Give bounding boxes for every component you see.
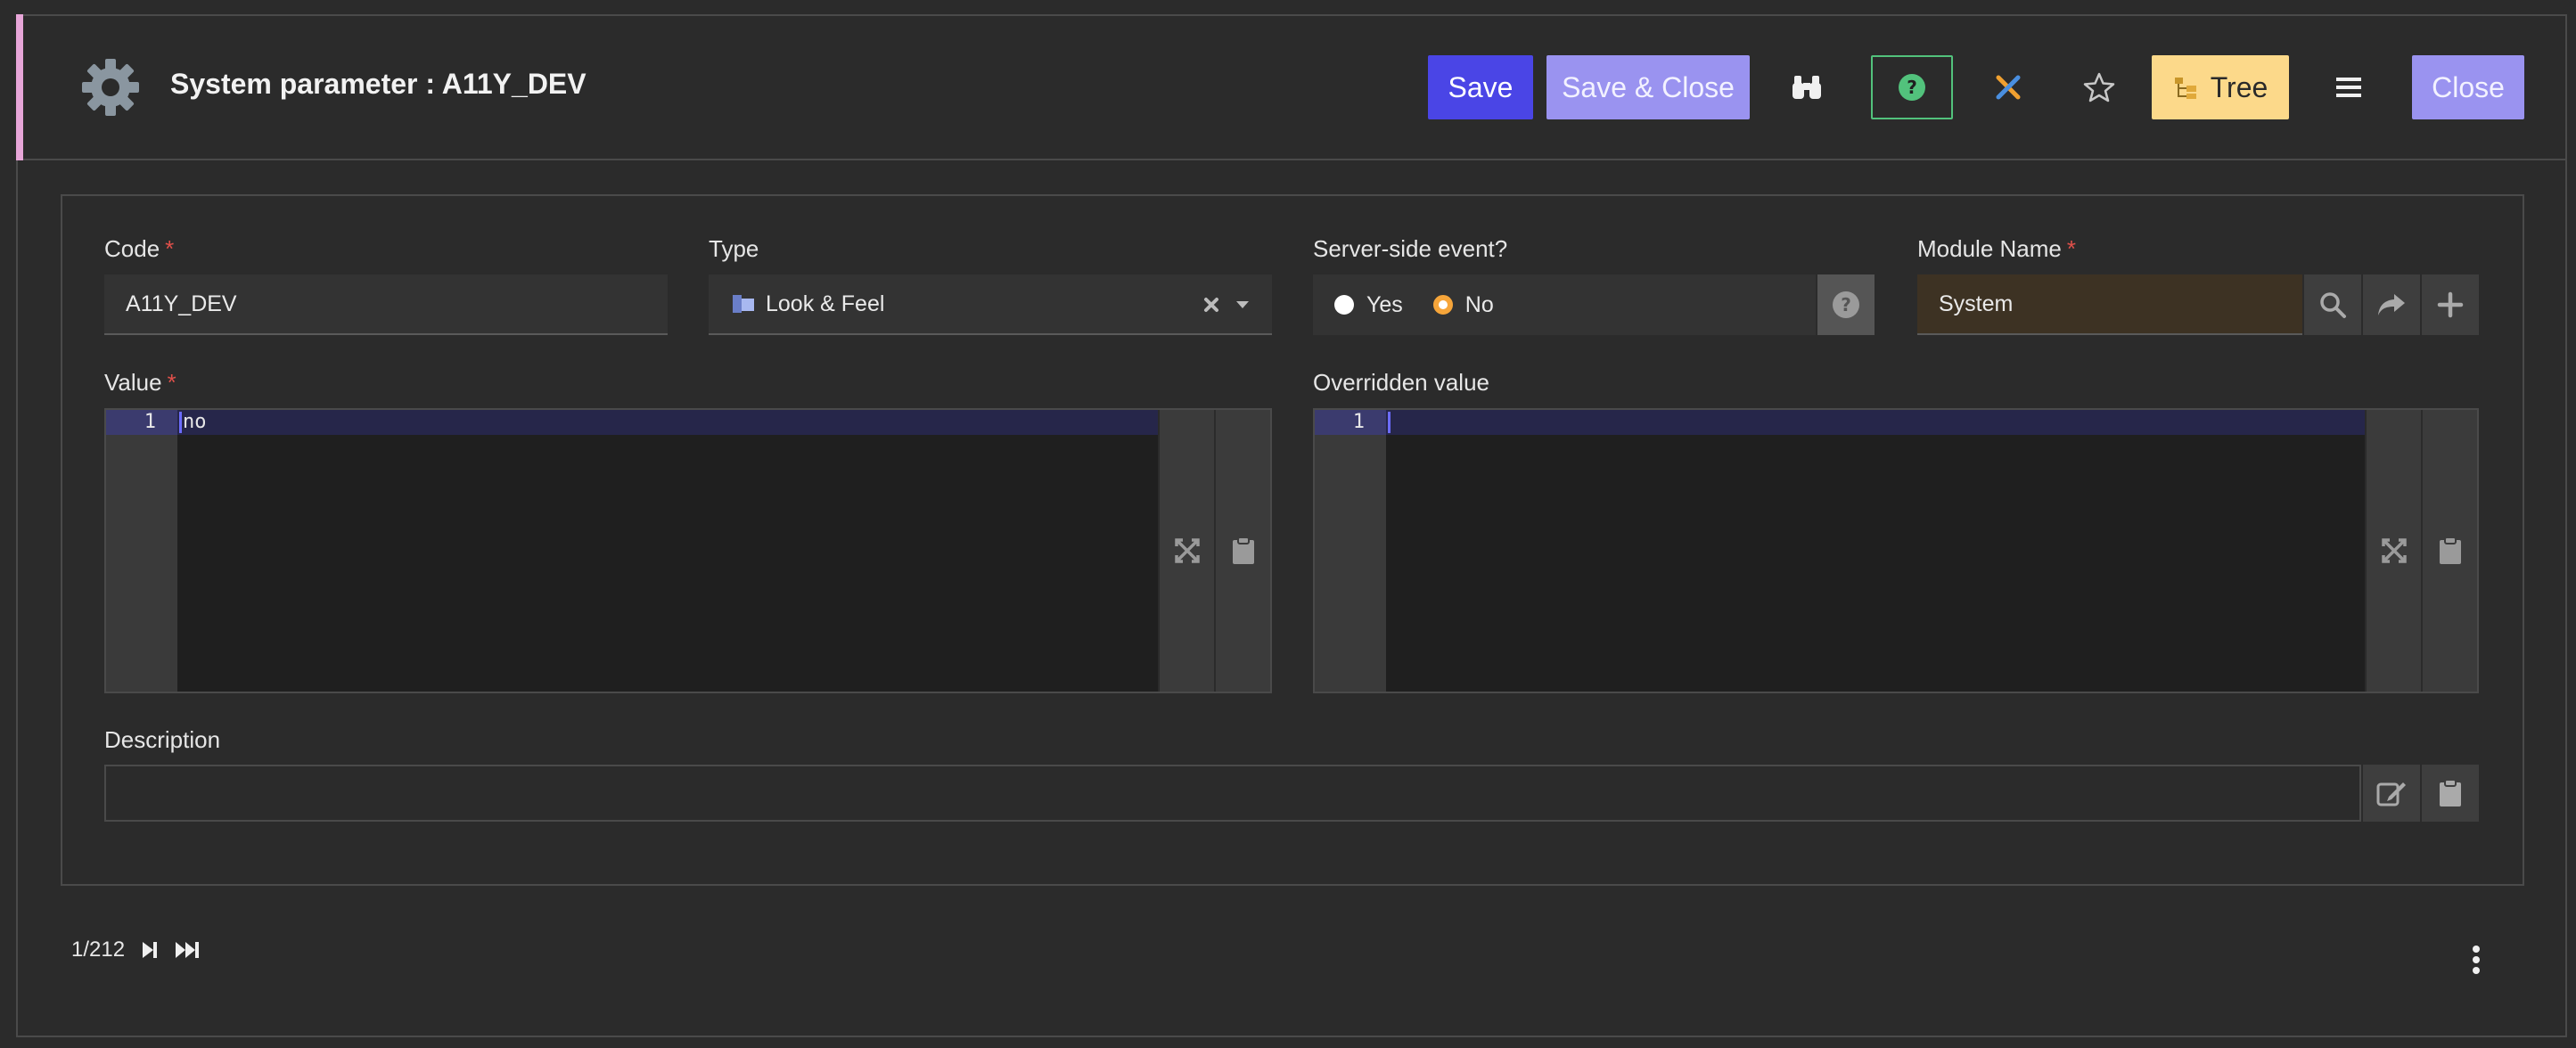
description-edit-button[interactable] xyxy=(2361,765,2420,822)
menu-button[interactable] xyxy=(2316,55,2382,119)
overridden-active-line xyxy=(1386,410,2365,435)
overridden-editor-tools xyxy=(2365,410,2477,692)
pager-count: 1/212 xyxy=(71,937,126,962)
question-icon: ? xyxy=(1833,291,1859,318)
code-value: A11Y_DEV xyxy=(126,291,237,316)
overridden-clipboard-button[interactable] xyxy=(2421,410,2477,692)
module-add-button[interactable] xyxy=(2420,274,2479,335)
module-value: System xyxy=(1939,291,2014,316)
value-expand-button[interactable] xyxy=(1158,410,1214,692)
kebab-icon[interactable] xyxy=(2467,945,2485,977)
close-button[interactable]: Close xyxy=(2412,55,2524,119)
type-select[interactable]: Look & Feel xyxy=(709,274,1272,335)
overridden-cursor xyxy=(1388,412,1391,433)
share-icon xyxy=(2378,294,2405,315)
code-label: Code * xyxy=(104,235,175,262)
clipboard-icon xyxy=(2439,536,2461,564)
tools-button[interactable] xyxy=(1975,55,2041,119)
next-icon[interactable] xyxy=(141,940,159,960)
flag-icon xyxy=(733,295,754,313)
favorite-button[interactable] xyxy=(2066,55,2132,119)
value-label: Value * xyxy=(104,369,176,396)
help-icon: ? xyxy=(1899,74,1925,101)
overridden-editor[interactable]: 1 xyxy=(1313,408,2479,693)
tree-button[interactable]: Tree xyxy=(2152,55,2289,119)
star-icon xyxy=(2083,72,2115,102)
page-title: System parameter : A11Y_DEV xyxy=(170,68,587,100)
overridden-gutter xyxy=(1315,410,1386,692)
expand-icon xyxy=(2381,538,2407,563)
server-side-label: Server-side event? xyxy=(1313,235,1508,262)
type-value: Look & Feel xyxy=(766,291,885,316)
clipboard-icon xyxy=(2440,779,2461,806)
description-label: Description xyxy=(104,726,221,753)
help-button[interactable]: ? xyxy=(1871,55,1953,119)
value-active-line xyxy=(177,410,1158,435)
value-code: no xyxy=(183,411,207,433)
last-icon[interactable] xyxy=(175,940,201,960)
radio-no[interactable]: No xyxy=(1432,292,1494,318)
overridden-label: Overridden value xyxy=(1313,369,1489,396)
plus-icon xyxy=(2437,291,2464,318)
expand-icon xyxy=(1174,538,1200,563)
radio-no-dot xyxy=(1432,295,1453,315)
tree-button-label: Tree xyxy=(2210,70,2268,103)
overridden-expand-button[interactable] xyxy=(2365,410,2421,692)
pager: 1/212 xyxy=(71,937,201,962)
value-gutter xyxy=(106,410,177,692)
radio-yes[interactable]: Yes xyxy=(1334,292,1403,318)
caret-down-icon[interactable] xyxy=(1235,299,1251,310)
module-open-button[interactable] xyxy=(2361,274,2420,335)
type-label: Type xyxy=(709,235,759,262)
save-close-button[interactable]: Save & Close xyxy=(1546,55,1750,119)
save-button[interactable]: Save xyxy=(1428,55,1533,119)
server-side-radio-group: Yes No xyxy=(1313,274,1816,335)
binoculars-icon xyxy=(1793,76,1821,99)
gear-icon xyxy=(82,59,139,116)
svg-text:?: ? xyxy=(1841,294,1851,315)
description-input[interactable] xyxy=(104,765,2361,822)
value-line-number: 1 xyxy=(106,410,177,435)
module-search-button[interactable] xyxy=(2302,274,2361,335)
tree-icon xyxy=(2174,78,2196,99)
clear-icon[interactable] xyxy=(1202,296,1220,314)
find-button[interactable] xyxy=(1774,55,1840,119)
server-side-help-button[interactable]: ? xyxy=(1816,274,1875,335)
value-cursor xyxy=(179,412,182,433)
hamburger-icon xyxy=(2336,78,2361,97)
svg-text:?: ? xyxy=(1907,77,1917,98)
description-clipboard-button[interactable] xyxy=(2420,765,2479,822)
tools-icon xyxy=(1996,75,2021,100)
code-input[interactable]: A11Y_DEV xyxy=(104,274,668,335)
module-label: Module Name * xyxy=(1917,235,2076,262)
header-accent-bar xyxy=(16,14,23,160)
value-editor-tools xyxy=(1158,410,1270,692)
edit-icon xyxy=(2376,782,2406,806)
module-input[interactable]: System xyxy=(1917,274,2302,335)
clipboard-icon xyxy=(1232,536,1254,564)
search-icon xyxy=(2320,292,2346,318)
overridden-line-number: 1 xyxy=(1315,410,1386,435)
value-editor[interactable]: 1 no xyxy=(104,408,1272,693)
value-clipboard-button[interactable] xyxy=(1214,410,1270,692)
radio-yes-dot xyxy=(1334,295,1354,315)
